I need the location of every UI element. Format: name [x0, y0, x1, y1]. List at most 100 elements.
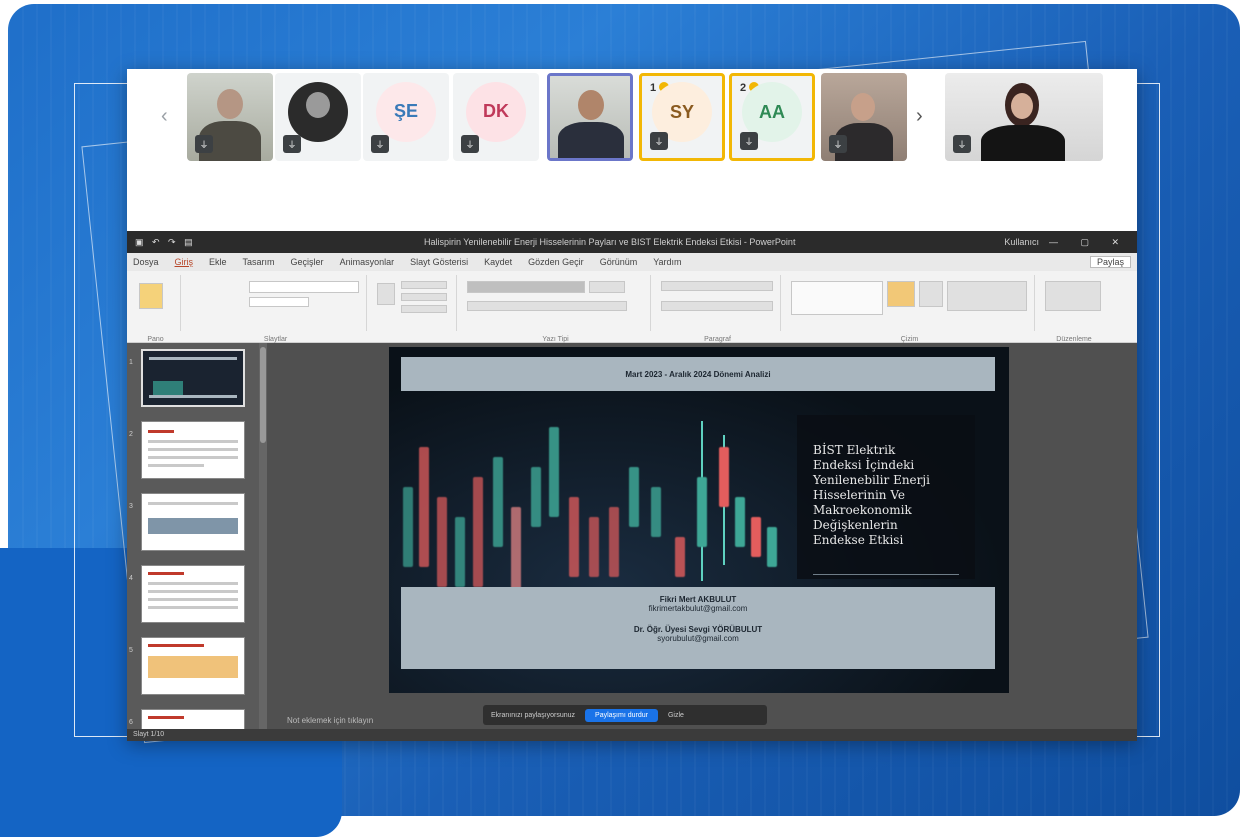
- stop-sharing-button[interactable]: Paylaşımı durdur: [585, 708, 658, 722]
- advisor-name: Dr. Öğr. Üyesi Sevgi YÖRÜBULUT: [633, 625, 763, 634]
- slide-title-line: Endekse Etkisi: [813, 533, 904, 547]
- advisor-email: syorubulut@gmail.com: [657, 634, 739, 643]
- muted-mic-icon: ⏚: [461, 135, 479, 153]
- tab-insert[interactable]: Ekle: [209, 257, 227, 267]
- participant-tile-2[interactable]: ⏚: [275, 73, 361, 161]
- ribbon-group-editing: Düzenleme: [1039, 275, 1109, 343]
- next-participants-button[interactable]: ›: [916, 105, 923, 128]
- slide-title-line: Değişkenlerin: [813, 518, 898, 532]
- slide-thumbnails: 1 2 3 4 5 6: [127, 343, 263, 741]
- new-slide-button[interactable]: [377, 283, 395, 305]
- tab-help[interactable]: Yardım: [653, 257, 681, 267]
- participant-tile-7[interactable]: 2 AA ⏚: [729, 73, 815, 161]
- slide-title-line: Yenilenebilir Enerji: [813, 473, 930, 487]
- document-title: Halispirin Yenilenebilir Enerji Hisseler…: [423, 237, 796, 247]
- slide-thumbnail-4[interactable]: [141, 565, 245, 623]
- paste-button[interactable]: [139, 283, 163, 309]
- powerpoint-body: 1 2 3 4 5 6 Mart 2023 - Aralık 2024 Döne…: [127, 343, 1137, 741]
- participant-strip: ‹ ⏚ ⏚ ŞE ⏚ DK ⏚ 1 SY ⏚ 2 AA ⏚ ⏚ › ⏚: [127, 69, 1137, 231]
- delete-button[interactable]: [401, 305, 447, 313]
- reset-button[interactable]: [249, 297, 309, 307]
- section-button[interactable]: [401, 281, 447, 289]
- muted-mic-icon: ⏚: [953, 135, 971, 153]
- find-replace-buttons[interactable]: [1045, 281, 1101, 311]
- slide-title-line: Endeksi İçindeki: [813, 458, 915, 472]
- quick-styles-button[interactable]: [919, 281, 943, 307]
- participant-avatar: [288, 81, 348, 142]
- list-buttons[interactable]: [661, 281, 773, 291]
- tab-transitions[interactable]: Geçişler: [291, 257, 324, 267]
- hide-share-bar-button[interactable]: Gizle: [668, 712, 684, 719]
- user-name: Kullanıcı: [1004, 237, 1039, 247]
- participant-initials: DK: [466, 81, 526, 142]
- powerpoint-title-bar: ▣ ↶ ↷ ▤ Halispirin Yenilenebilir Enerji …: [127, 231, 1137, 253]
- status-bar: Slayt 1/10: [127, 729, 1137, 741]
- slide-title-line: Makroekonomik: [813, 503, 912, 517]
- participant-tile-8[interactable]: ⏚: [821, 73, 907, 161]
- ribbon-group-slides: Slaytlar: [185, 275, 367, 343]
- share-button[interactable]: Paylaş: [1089, 256, 1131, 268]
- window-controls[interactable]: — ▢ ✕: [1049, 237, 1129, 248]
- tab-slideshow[interactable]: Slayt Gösterisi: [410, 257, 468, 267]
- ribbon-tabs: Dosya Giriş Ekle Tasarım Geçişler Animas…: [127, 253, 1137, 271]
- slide-thumbnail-5[interactable]: [141, 637, 245, 695]
- title-divider: [813, 574, 959, 575]
- muted-mic-icon: ⏚: [371, 135, 389, 153]
- participant-initials: ŞE: [376, 81, 436, 142]
- font-format-buttons[interactable]: [467, 301, 627, 311]
- slide-title-line: Hisselerinin Ve: [813, 488, 906, 502]
- participant-tile-6[interactable]: 1 SY ⏚: [639, 73, 725, 161]
- slide-title-box: BİST Elektrik Endeksi İçindeki Yenileneb…: [797, 415, 975, 579]
- muted-mic-icon: ⏚: [740, 132, 758, 150]
- tab-animations[interactable]: Animasyonlar: [340, 257, 395, 267]
- reuse-slides-button[interactable]: [401, 293, 447, 301]
- muted-mic-icon: ⏚: [650, 132, 668, 150]
- ribbon-home: Pano Slaytlar Yazı Tipi Paragraf Çizim D…: [127, 271, 1137, 343]
- ribbon-group-clipboard: Pano: [131, 275, 181, 343]
- shapes-gallery[interactable]: [791, 281, 883, 315]
- ribbon-group-paragraph: Paragraf: [655, 275, 781, 343]
- slide-thumbnail-3[interactable]: [141, 493, 245, 551]
- ribbon-group-new-slide: [371, 275, 457, 331]
- tab-review[interactable]: Gözden Geçir: [528, 257, 584, 267]
- arrange-button[interactable]: [887, 281, 915, 307]
- muted-mic-icon: ⏚: [195, 135, 213, 153]
- font-size-select[interactable]: [589, 281, 625, 293]
- participant-tile-5-speaking[interactable]: [547, 73, 633, 161]
- slide-thumbnail-1[interactable]: [141, 349, 245, 407]
- participant-tile-3[interactable]: ŞE ⏚: [363, 73, 449, 161]
- slide-thumbnail-2[interactable]: [141, 421, 245, 479]
- powerpoint-window: ▣ ↶ ↷ ▤ Halispirin Yenilenebilir Enerji …: [127, 231, 1137, 741]
- author-name: Fikri Mert AKBULUT: [659, 595, 737, 604]
- slide-count-status: Slayt 1/10: [133, 731, 165, 738]
- ribbon-group-font: Yazı Tipi: [461, 275, 651, 343]
- slide-authors-bar: Fikri Mert AKBULUT fikrimertakbulut@gmai…: [401, 587, 995, 669]
- author-email: fikrimertakbulut@gmail.com: [648, 604, 748, 613]
- tab-record[interactable]: Kaydet: [484, 257, 512, 267]
- slide-title-line: BİST Elektrik: [813, 443, 896, 457]
- tab-home[interactable]: Giriş: [175, 257, 194, 267]
- slide-header-bar: Mart 2023 - Aralık 2024 Dönemi Analizi: [401, 357, 995, 391]
- screen-share-bar: Ekranınızı paylaşıyorsunuz Paylaşımı dur…: [483, 705, 767, 725]
- layout-dropdown[interactable]: [249, 281, 359, 293]
- participant-video: [550, 76, 630, 158]
- muted-mic-icon: ⏚: [829, 135, 847, 153]
- participant-tile-1[interactable]: ⏚: [187, 73, 273, 161]
- quick-access-toolbar[interactable]: ▣ ↶ ↷ ▤: [135, 237, 215, 248]
- thumbnail-scrollbar[interactable]: [259, 343, 267, 729]
- participant-tile-9[interactable]: ⏚: [945, 73, 1103, 161]
- participant-tile-4[interactable]: DK ⏚: [453, 73, 539, 161]
- current-slide[interactable]: Mart 2023 - Aralık 2024 Dönemi Analizi B…: [389, 347, 1009, 693]
- meeting-screenshot: ‹ ⏚ ⏚ ŞE ⏚ DK ⏚ 1 SY ⏚ 2 AA ⏚ ⏚ › ⏚ ▣ ↶ …: [127, 69, 1137, 741]
- alignment-buttons[interactable]: [661, 301, 773, 311]
- notes-placeholder[interactable]: Not eklemek için tıklayın: [287, 716, 373, 725]
- muted-mic-icon: ⏚: [283, 135, 301, 153]
- tab-design[interactable]: Tasarım: [243, 257, 275, 267]
- font-family-select[interactable]: [467, 281, 585, 293]
- shape-format-buttons[interactable]: [947, 281, 1027, 311]
- ribbon-group-drawing: Çizim: [785, 275, 1035, 343]
- previous-participants-button[interactable]: ‹: [161, 105, 168, 128]
- tab-file[interactable]: Dosya: [133, 257, 159, 267]
- screen-share-message: Ekranınızı paylaşıyorsunuz: [491, 711, 576, 719]
- tab-view[interactable]: Görünüm: [600, 257, 638, 267]
